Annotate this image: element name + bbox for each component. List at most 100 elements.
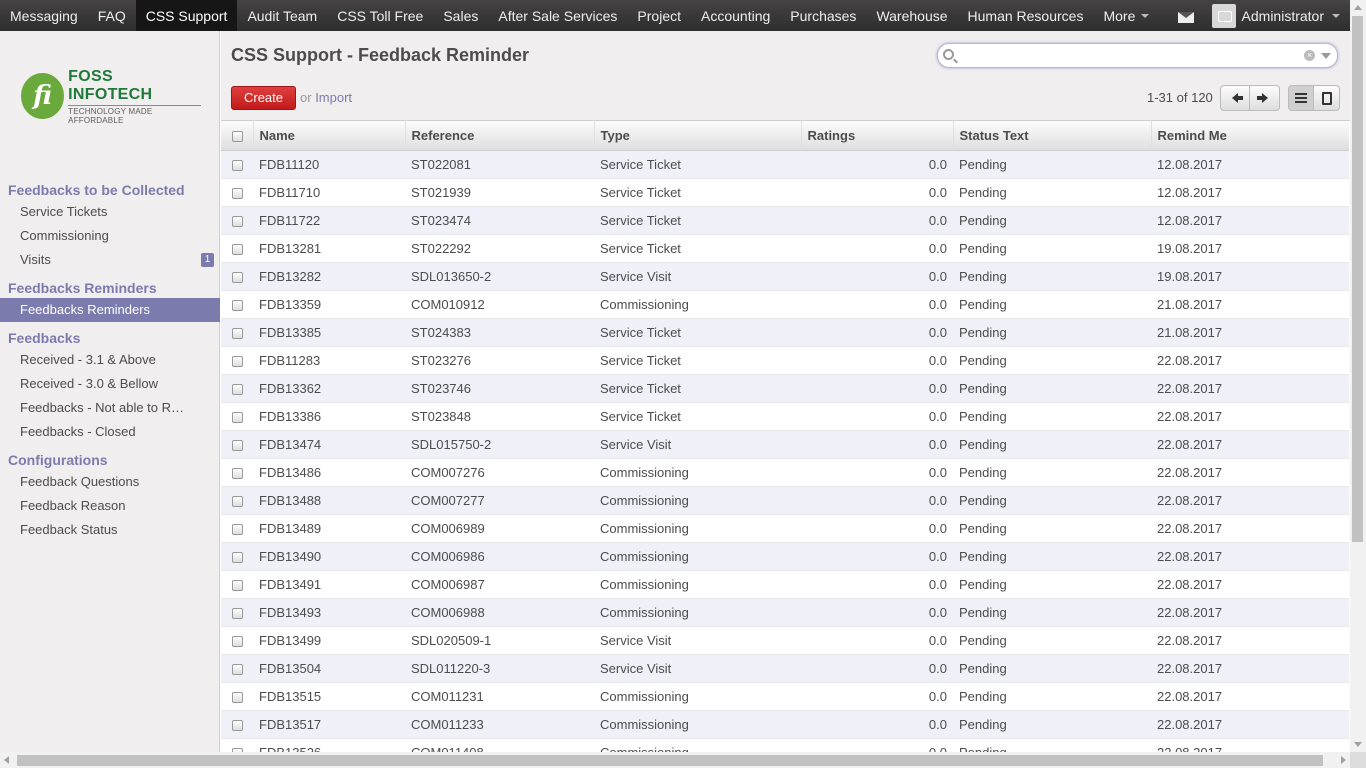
row-select-cell[interactable] bbox=[221, 402, 253, 431]
row-checkbox[interactable] bbox=[232, 159, 243, 171]
sidebar-item-feedbacks-not-able-to-reach[interactable]: Feedbacks - Not able to Reach bbox=[0, 396, 220, 420]
row-select-cell[interactable] bbox=[221, 430, 253, 459]
column-header-type[interactable]: Type bbox=[593, 121, 801, 151]
top-menu-accounting[interactable]: Accounting bbox=[691, 0, 780, 31]
row-select-cell[interactable] bbox=[221, 262, 253, 291]
column-header-name[interactable]: Name bbox=[252, 121, 405, 151]
search-options-caret-icon[interactable] bbox=[1321, 53, 1331, 59]
table-row[interactable]: FDB13499 SDL020509-1 Service Visit 0.0 Pendi… bbox=[221, 626, 1349, 655]
row-select-cell[interactable] bbox=[221, 318, 253, 347]
table-row[interactable]: FDB13517 COM011233 Commissioning 0.0 Pending… bbox=[221, 710, 1349, 739]
sidebar-item-visits[interactable]: Visits 1 bbox=[0, 248, 220, 272]
more-menu[interactable]: More bbox=[1093, 0, 1159, 31]
horizontal-scrollbar[interactable] bbox=[0, 752, 1350, 768]
top-menu-human-resources[interactable]: Human Resources bbox=[958, 0, 1094, 31]
list-view-button[interactable] bbox=[1288, 85, 1314, 111]
row-checkbox[interactable] bbox=[232, 411, 243, 423]
table-row[interactable]: FDB13526 COM011408 Commissioning 0.0 Pending… bbox=[221, 738, 1349, 752]
row-checkbox[interactable] bbox=[232, 691, 243, 703]
envelope-icon[interactable] bbox=[1177, 11, 1194, 23]
top-menu-faq[interactable]: FAQ bbox=[88, 0, 136, 31]
top-menu-css-support[interactable]: CSS Support bbox=[135, 0, 238, 31]
row-checkbox[interactable] bbox=[232, 607, 243, 619]
row-select-cell[interactable] bbox=[221, 738, 253, 752]
sidebar-item-feedback-questions[interactable]: Feedback Questions bbox=[0, 470, 220, 494]
row-select-cell[interactable] bbox=[221, 682, 253, 711]
row-select-cell[interactable] bbox=[221, 150, 253, 179]
top-menu-audit-team[interactable]: Audit Team bbox=[237, 0, 327, 31]
row-checkbox[interactable] bbox=[232, 243, 243, 255]
sidebar-item-commissioning[interactable]: Commissioning bbox=[0, 224, 220, 248]
row-checkbox[interactable] bbox=[232, 215, 243, 227]
row-select-cell[interactable] bbox=[221, 626, 253, 655]
sidebar-item-feedbacks-reminders[interactable]: Feedbacks Reminders bbox=[0, 298, 220, 322]
row-select-cell[interactable] bbox=[221, 346, 253, 375]
table-row[interactable]: FDB13489 COM006989 Commissioning 0.0 Pending… bbox=[221, 514, 1349, 543]
row-select-cell[interactable] bbox=[221, 710, 253, 739]
sidebar-item-service-tickets[interactable]: Service Tickets bbox=[0, 200, 220, 224]
row-select-cell[interactable] bbox=[221, 654, 253, 683]
column-header-ratings[interactable]: Ratings bbox=[800, 121, 953, 151]
search-box[interactable]: × bbox=[937, 43, 1338, 68]
table-row[interactable]: FDB11283 ST023276 Service Ticket 0.0 Pending… bbox=[221, 346, 1349, 375]
scroll-down-icon[interactable] bbox=[1354, 742, 1362, 747]
table-row[interactable]: FDB13281 ST022292 Service Ticket 0.0 Pending… bbox=[221, 234, 1349, 263]
select-all-header[interactable] bbox=[221, 121, 253, 151]
create-button[interactable]: Create bbox=[231, 86, 296, 110]
vertical-scrollbar[interactable] bbox=[1350, 0, 1366, 752]
pager-previous-button[interactable] bbox=[1220, 85, 1250, 111]
table-row[interactable]: FDB11710 ST021939 Service Ticket 0.0 Pending… bbox=[221, 178, 1349, 207]
table-row[interactable]: FDB11722 ST023474 Service Ticket 0.0 Pending… bbox=[221, 206, 1349, 235]
table-row[interactable]: FDB13493 COM006988 Commissioning 0.0 Pending… bbox=[221, 598, 1349, 627]
vertical-scroll-thumb[interactable] bbox=[1352, 16, 1363, 542]
clear-search-icon[interactable]: × bbox=[1304, 50, 1315, 61]
top-menu-sales[interactable]: Sales bbox=[433, 0, 488, 31]
row-checkbox[interactable] bbox=[232, 271, 243, 283]
row-checkbox[interactable] bbox=[232, 635, 243, 647]
table-row[interactable]: FDB13474 SDL015750-2 Service Visit 0.0 Pendi… bbox=[221, 430, 1349, 459]
row-select-cell[interactable] bbox=[221, 178, 253, 207]
row-select-cell[interactable] bbox=[221, 374, 253, 403]
table-row[interactable]: FDB13282 SDL013650-2 Service Visit 0.0 Pendi… bbox=[221, 262, 1349, 291]
row-checkbox[interactable] bbox=[232, 523, 243, 535]
row-checkbox[interactable] bbox=[232, 663, 243, 675]
row-checkbox[interactable] bbox=[232, 467, 243, 479]
row-checkbox[interactable] bbox=[232, 355, 243, 367]
table-row[interactable]: FDB13362 ST023746 Service Ticket 0.0 Pending… bbox=[221, 374, 1349, 403]
row-checkbox[interactable] bbox=[232, 551, 243, 563]
sidebar-item-received-3-0-bellow[interactable]: Received - 3.0 & Bellow bbox=[0, 372, 220, 396]
pager-value[interactable]: 1-31 of 120 bbox=[1147, 90, 1213, 105]
top-menu-warehouse[interactable]: Warehouse bbox=[866, 0, 957, 31]
form-view-button[interactable] bbox=[1314, 85, 1340, 111]
horizontal-scroll-thumb[interactable] bbox=[17, 755, 1323, 766]
top-menu-purchases[interactable]: Purchases bbox=[780, 0, 866, 31]
table-row[interactable]: FDB13386 ST023848 Service Ticket 0.0 Pending… bbox=[221, 402, 1349, 431]
row-checkbox[interactable] bbox=[232, 719, 243, 731]
top-menu-messaging[interactable]: Messaging bbox=[0, 0, 88, 31]
row-select-cell[interactable] bbox=[221, 458, 253, 487]
scroll-left-icon[interactable] bbox=[4, 756, 9, 764]
top-menu-project[interactable]: Project bbox=[627, 0, 691, 31]
sidebar-item-feedback-status[interactable]: Feedback Status bbox=[0, 518, 220, 542]
row-checkbox[interactable] bbox=[232, 579, 243, 591]
table-row[interactable]: FDB13504 SDL011220-3 Service Visit 0.0 Pendi… bbox=[221, 654, 1349, 683]
row-checkbox[interactable] bbox=[232, 187, 243, 199]
row-checkbox[interactable] bbox=[232, 495, 243, 507]
column-header-status-text[interactable]: Status Text bbox=[952, 121, 1151, 151]
company-logo[interactable]: fi FOSS INFOTECH TECHNOLOGY MADE AFFORDA… bbox=[21, 68, 201, 125]
sidebar-item-feedbacks-closed[interactable]: Feedbacks - Closed bbox=[0, 420, 220, 444]
sidebar-item-feedback-reason[interactable]: Feedback Reason bbox=[0, 494, 220, 518]
column-header-reference[interactable]: Reference bbox=[404, 121, 594, 151]
pager-next-button[interactable] bbox=[1250, 85, 1280, 111]
user-menu[interactable]: Administrator bbox=[1211, 3, 1340, 28]
column-header-remind-me[interactable]: Remind Me bbox=[1150, 121, 1349, 151]
row-select-cell[interactable] bbox=[221, 542, 253, 571]
table-row[interactable]: FDB13491 COM006987 Commissioning 0.0 Pending… bbox=[221, 570, 1349, 599]
import-link[interactable]: Import bbox=[315, 90, 352, 105]
search-input[interactable] bbox=[958, 47, 1288, 64]
top-menu-css-toll-free[interactable]: CSS Toll Free bbox=[327, 0, 433, 31]
row-select-cell[interactable] bbox=[221, 598, 253, 627]
row-checkbox[interactable] bbox=[232, 439, 243, 451]
row-select-cell[interactable] bbox=[221, 290, 253, 319]
row-select-cell[interactable] bbox=[221, 206, 253, 235]
